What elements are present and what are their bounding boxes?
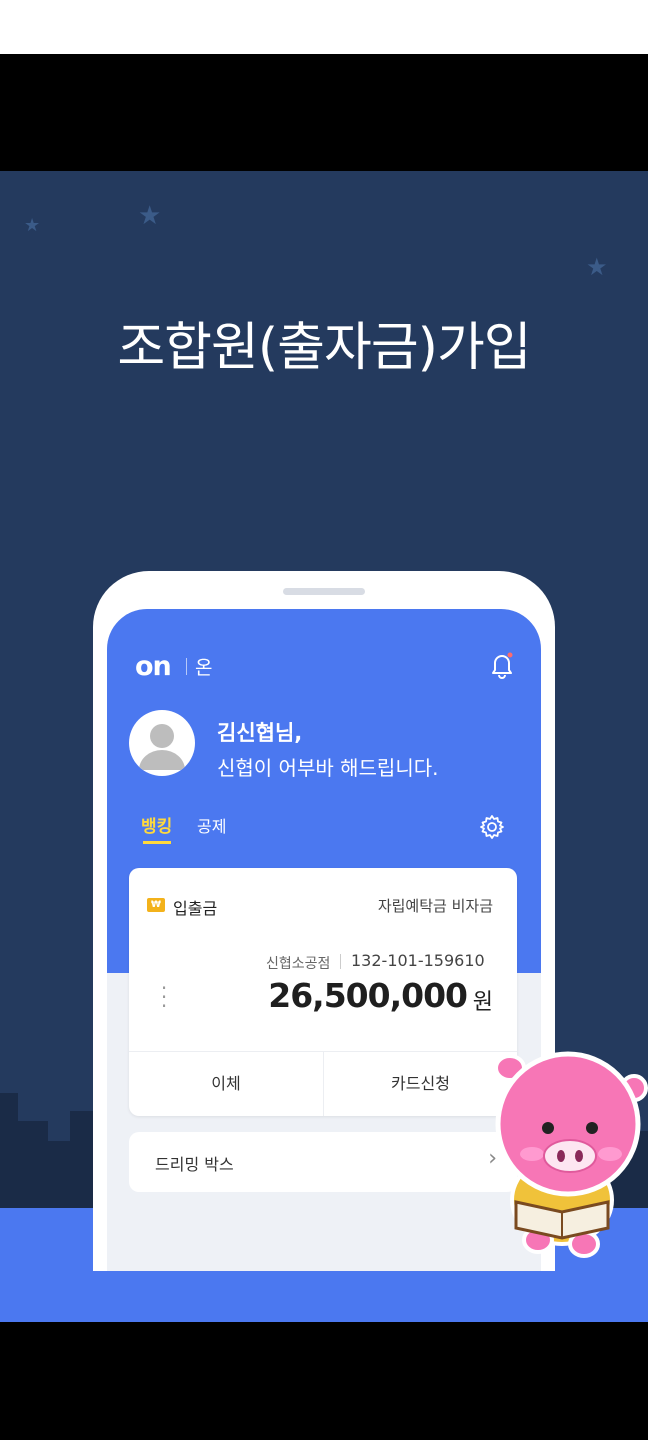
avatar-icon	[139, 724, 185, 770]
account-branch: 신협소공점	[266, 956, 331, 972]
avatar[interactable]	[129, 710, 195, 776]
pig-mascot	[494, 1051, 648, 1258]
status-bar-area	[0, 0, 648, 54]
app-screen: on 온 김신협님, 신협이 어부바 해드립니다. 뱅킹 공제 ₩ 입출금 자립…	[107, 609, 541, 1271]
letterbox-top	[0, 54, 648, 171]
active-tab-indicator	[143, 841, 171, 844]
greeting-name: 김신협님,	[217, 721, 303, 745]
gear-icon[interactable]	[479, 814, 505, 840]
transfer-button[interactable]: 이체	[129, 1052, 323, 1116]
account-number: 132-101-159610	[351, 951, 485, 970]
app-logo: on	[135, 651, 172, 682]
more-vert-icon[interactable]: · · ·	[155, 978, 173, 1018]
star-icon: ★	[586, 253, 608, 281]
star-icon: ★	[24, 215, 41, 236]
greeting-message: 신협이 어부바 해드립니다.	[217, 756, 439, 780]
star-icon: ★	[138, 201, 162, 231]
logo-divider	[186, 658, 187, 675]
tab-banking[interactable]: 뱅킹	[141, 812, 172, 837]
dream-box-label: 드리밍 박스	[155, 1155, 234, 1174]
account-separator	[340, 954, 341, 969]
bell-icon[interactable]	[489, 651, 515, 679]
dream-box-row[interactable]: 드리밍 박스 ›	[129, 1132, 517, 1192]
account-type: 입출금	[173, 899, 218, 918]
balance-currency: 원	[472, 990, 493, 1015]
won-icon: ₩	[147, 898, 165, 912]
account-product: 자립예탁금 비자금	[377, 897, 493, 915]
phone-mockup: on 온 김신협님, 신협이 어부바 해드립니다. 뱅킹 공제 ₩ 입출금 자립…	[93, 571, 555, 1271]
phone-speaker	[283, 588, 365, 595]
account-balance: 26,500,000	[268, 976, 468, 1015]
app-logo-subtitle: 온	[195, 657, 213, 679]
tab-insurance[interactable]: 공제	[197, 813, 226, 837]
headline: 조합원(출자금)가입	[117, 318, 531, 378]
letterbox-bottom	[0, 1322, 648, 1440]
account-card[interactable]: ₩ 입출금 자립예탁금 비자금 신협소공점 132-101-159610 · · ·…	[129, 868, 517, 1116]
